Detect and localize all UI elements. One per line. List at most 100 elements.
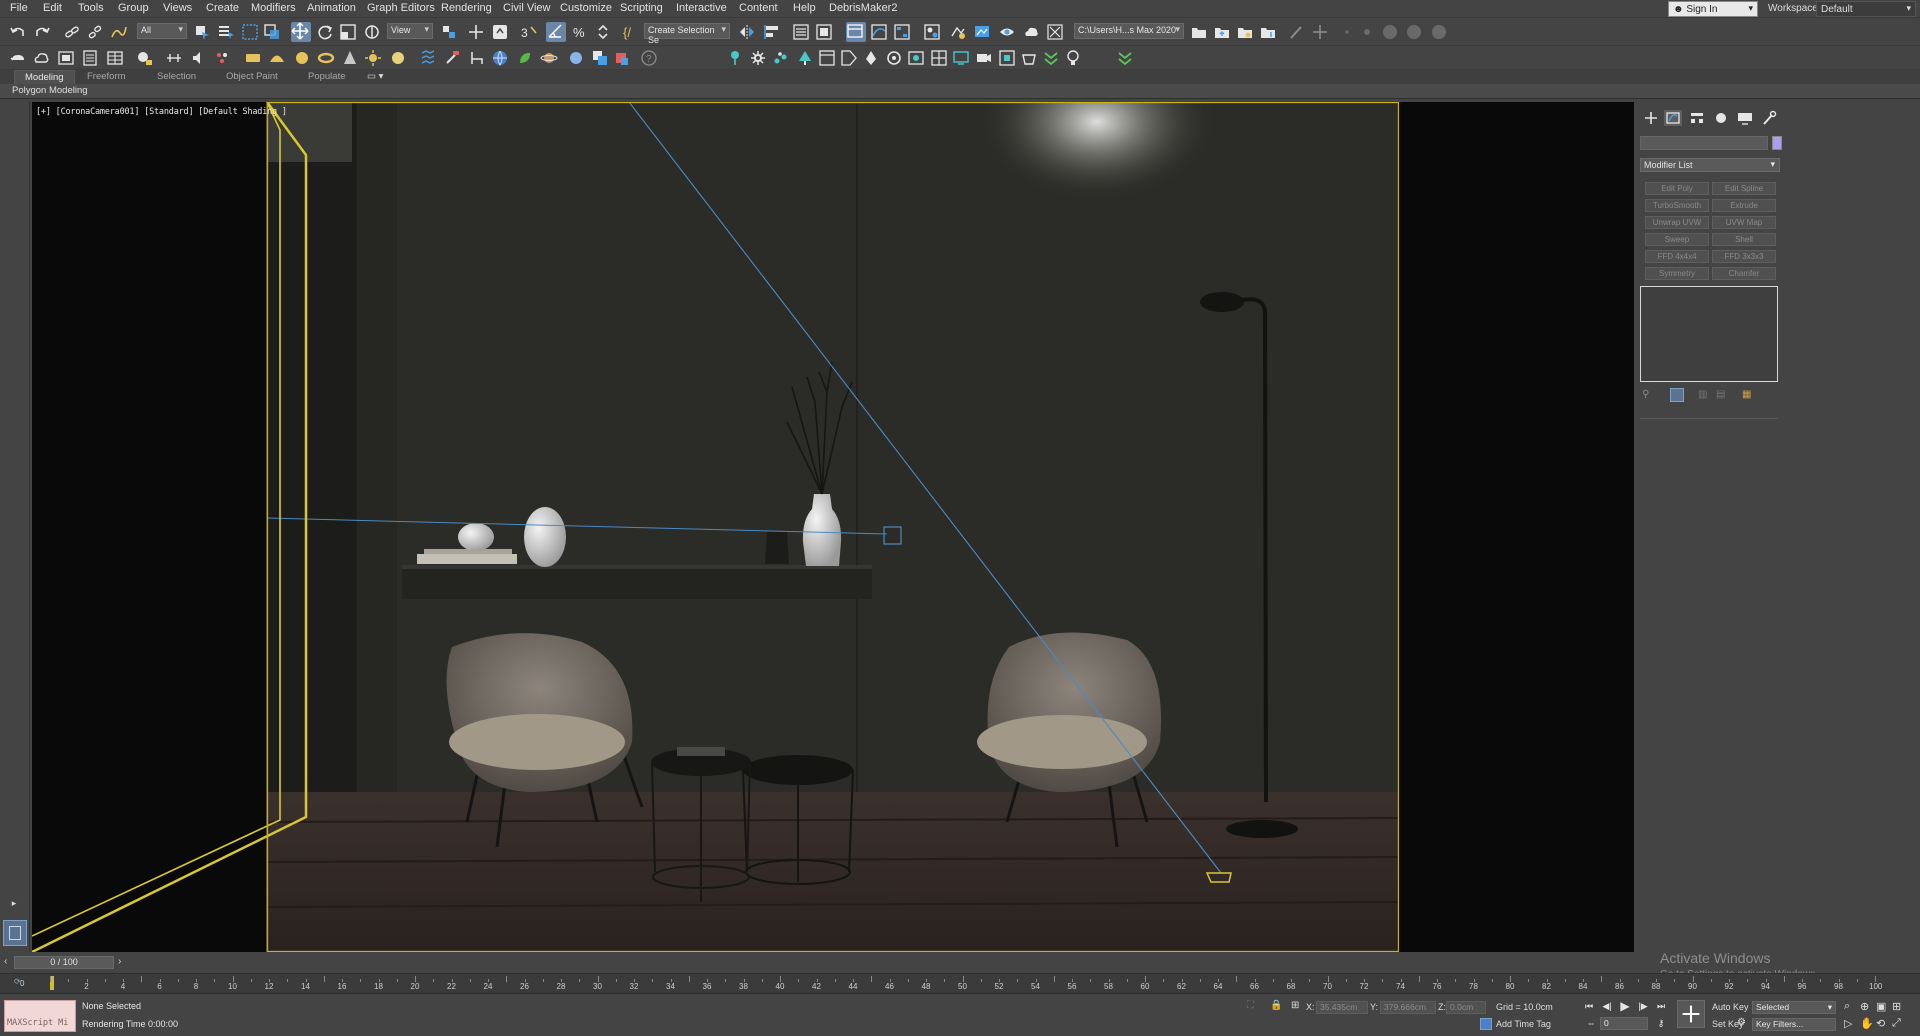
hierarchy-tab-icon[interactable] bbox=[1688, 110, 1706, 126]
sphere-blue-icon[interactable] bbox=[567, 49, 585, 67]
field-of-view-icon[interactable]: ▷ bbox=[1844, 1017, 1852, 1030]
zoom-extents-all-icon[interactable]: ⊞ bbox=[1892, 1000, 1901, 1013]
material-editor-icon[interactable] bbox=[923, 23, 941, 41]
modifier-button[interactable]: UVW Map bbox=[1712, 216, 1776, 229]
modifier-button[interactable]: Edit Poly bbox=[1645, 182, 1709, 195]
time-tag-icon[interactable] bbox=[1480, 1018, 1492, 1030]
scale-icon[interactable] bbox=[339, 23, 357, 41]
rectangular-selection-icon[interactable] bbox=[241, 23, 259, 41]
spinner-snap-icon[interactable] bbox=[594, 23, 612, 41]
save-project-icon[interactable] bbox=[1236, 23, 1254, 41]
circle-arrow-icon[interactable] bbox=[885, 49, 903, 67]
plane-icon[interactable] bbox=[244, 49, 262, 67]
menu-customize[interactable]: Customize bbox=[560, 2, 612, 14]
frame-counter[interactable]: 0 / 100 bbox=[14, 956, 114, 969]
x-coordinate-field[interactable]: 35.435cm bbox=[1316, 1001, 1368, 1014]
project-folder-icon[interactable] bbox=[1190, 23, 1208, 41]
viewport-label[interactable]: [+] [CoronaCamera001] [Standard] [Defaul… bbox=[36, 107, 287, 117]
edit-named-selection-icon[interactable]: {/ bbox=[622, 23, 640, 41]
go-to-start-icon[interactable]: ⏮ bbox=[1582, 1000, 1596, 1013]
snaps-toggle-icon[interactable]: 3 bbox=[520, 23, 538, 41]
maximize-viewport-icon[interactable]: ⤢ bbox=[1892, 1017, 1901, 1030]
named-selection-dropdown[interactable]: Create Selection Se bbox=[644, 23, 730, 45]
menu-group[interactable]: Group bbox=[118, 2, 149, 14]
crosshair-icon[interactable] bbox=[1311, 23, 1329, 41]
select-manipulate-icon[interactable] bbox=[467, 23, 485, 41]
box-red-icon[interactable] bbox=[612, 49, 630, 67]
modifier-button[interactable]: FFD 3x3x3 bbox=[1712, 250, 1776, 263]
workspaces-select[interactable]: Default ▾ bbox=[1816, 1, 1916, 17]
mirror-icon[interactable] bbox=[738, 23, 756, 41]
schematic-view-icon[interactable] bbox=[893, 23, 911, 41]
previous-frame-icon[interactable]: ◀| bbox=[1600, 1000, 1614, 1013]
tab-object-paint[interactable]: Object Paint bbox=[226, 71, 278, 82]
place-icon[interactable] bbox=[363, 23, 381, 41]
hammer-icon[interactable] bbox=[443, 49, 461, 67]
set-project-icon[interactable] bbox=[1259, 23, 1277, 41]
reference-coordinate-dropdown[interactable]: View bbox=[387, 23, 433, 39]
sphere-icon[interactable] bbox=[389, 49, 407, 67]
sun-icon[interactable] bbox=[364, 49, 382, 67]
undo-icon[interactable] bbox=[9, 23, 27, 41]
help-icon[interactable]: ? bbox=[640, 49, 658, 67]
layers-icon[interactable] bbox=[591, 49, 609, 67]
pattern-icon[interactable] bbox=[420, 49, 438, 67]
chevron-down-green-icon[interactable] bbox=[1116, 49, 1134, 67]
frame-select-icon[interactable] bbox=[998, 49, 1016, 67]
sphere-icon[interactable] bbox=[293, 49, 311, 67]
display-tab-icon[interactable] bbox=[1736, 110, 1754, 126]
motion-tab-icon[interactable] bbox=[1712, 110, 1730, 126]
menu-file[interactable]: File bbox=[10, 2, 28, 14]
chair-icon[interactable] bbox=[468, 49, 486, 67]
tab-freeform[interactable]: Freeform bbox=[87, 71, 126, 82]
cone-icon[interactable] bbox=[341, 49, 359, 67]
modifier-button[interactable]: Chamfer bbox=[1712, 267, 1776, 280]
modifier-button[interactable]: TurboSmooth bbox=[1645, 199, 1709, 212]
grid-list-icon[interactable] bbox=[81, 49, 99, 67]
go-to-end-icon[interactable]: ⏭ bbox=[1654, 1000, 1668, 1013]
toggle-layer-explorer-icon[interactable] bbox=[815, 23, 833, 41]
orbit-icon[interactable]: ⟲ bbox=[1876, 1017, 1885, 1030]
make-unique-icon[interactable]: ▥ bbox=[1698, 389, 1707, 400]
key-mode-toggle-icon[interactable]: ⚷ bbox=[1654, 1017, 1668, 1030]
menu-debrismaker2[interactable]: DebrisMaker2 bbox=[829, 2, 897, 14]
play-icon[interactable]: ▶ bbox=[1618, 1000, 1632, 1013]
create-tab-icon[interactable] bbox=[1642, 110, 1660, 126]
scatter-icon[interactable] bbox=[772, 49, 790, 67]
menu-views[interactable]: Views bbox=[163, 2, 192, 14]
globe-icon[interactable] bbox=[491, 49, 509, 67]
unlink-icon[interactable] bbox=[86, 23, 104, 41]
menu-civil-view[interactable]: Civil View bbox=[503, 2, 550, 14]
cloud-icon[interactable] bbox=[32, 49, 50, 67]
menu-modifiers[interactable]: Modifiers bbox=[251, 2, 296, 14]
sign-in-button[interactable]: ☻ Sign In ▾ bbox=[1668, 1, 1758, 17]
time-slider[interactable]: ‹ 0 / 100 › bbox=[0, 953, 1920, 973]
modifier-button[interactable]: Sweep bbox=[1645, 233, 1709, 246]
modifier-button[interactable]: Symmetry bbox=[1645, 267, 1709, 280]
select-by-name-icon[interactable] bbox=[217, 23, 235, 41]
pan-icon[interactable]: ✋ bbox=[1860, 1017, 1874, 1030]
zoom-icon[interactable]: ⌕ bbox=[1844, 1000, 1850, 1013]
toggle-ribbon-icon[interactable] bbox=[846, 22, 866, 42]
camera-viewport[interactable]: [+] [CoronaCamera001] [Standard] [Defaul… bbox=[32, 102, 1634, 952]
object-color-swatch[interactable] bbox=[1772, 136, 1782, 150]
menu-interactive[interactable]: Interactive bbox=[676, 2, 727, 14]
screen-icon[interactable] bbox=[952, 49, 970, 67]
next-frame-icon[interactable]: › bbox=[118, 956, 121, 967]
time-config-icon[interactable]: ⇔ bbox=[1584, 1017, 1598, 1030]
bulb-icon[interactable] bbox=[1064, 49, 1082, 67]
leaf-icon[interactable] bbox=[516, 49, 534, 67]
curve-editor-icon[interactable] bbox=[870, 23, 888, 41]
teapot-icon[interactable] bbox=[9, 49, 27, 67]
show-end-result-icon[interactable] bbox=[1670, 388, 1684, 402]
select-object-icon[interactable] bbox=[193, 23, 211, 41]
circle-icon[interactable] bbox=[1381, 23, 1399, 41]
key-filter-icon[interactable]: ⚙ bbox=[1737, 1017, 1746, 1028]
pin-icon[interactable] bbox=[726, 49, 744, 67]
pin-stack-icon[interactable]: ⚲ bbox=[1642, 389, 1649, 400]
pivot-center-icon[interactable] bbox=[440, 23, 458, 41]
chevron-down-green-icon[interactable] bbox=[1042, 49, 1060, 67]
menu-edit[interactable]: Edit bbox=[43, 2, 62, 14]
percent-snap-icon[interactable]: % bbox=[571, 23, 589, 41]
set-key-button[interactable] bbox=[1677, 1000, 1705, 1028]
